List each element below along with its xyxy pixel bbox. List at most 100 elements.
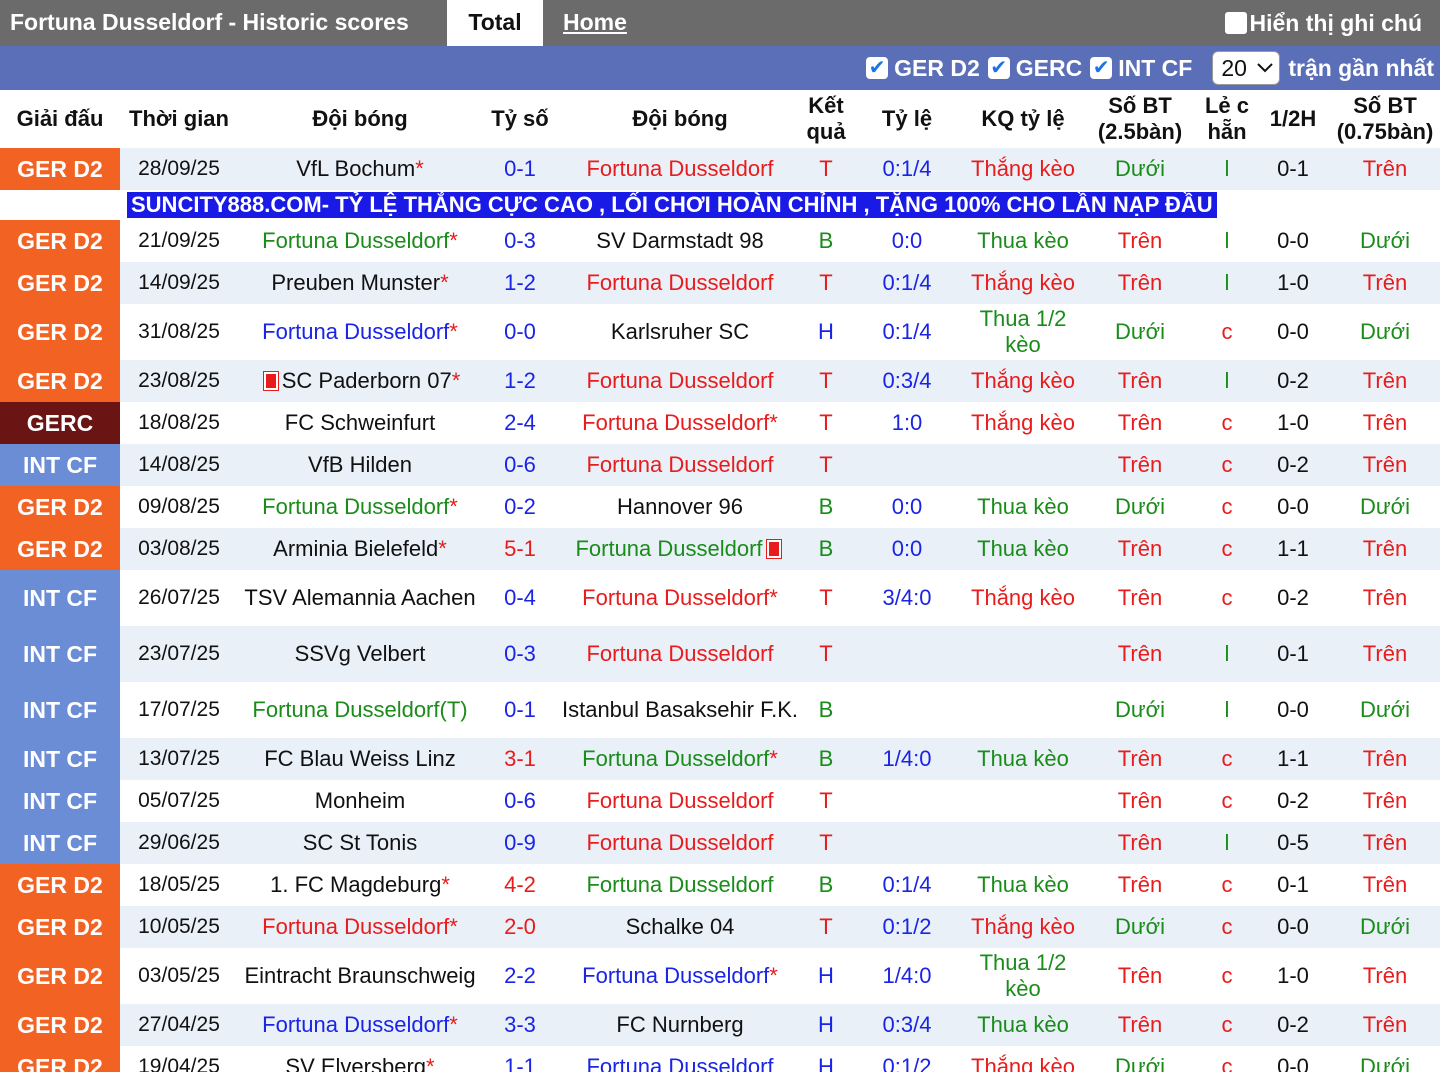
table-row[interactable]: INT CF 23/07/25 SSVg Velbert 0-3 Fortuna Dus… xyxy=(0,626,1440,682)
home-team[interactable]: Fortuna Dusseldorf* xyxy=(238,319,482,345)
table-row[interactable]: GER D2 03/08/25 Arminia Bielefeld* 5-1 Fortu… xyxy=(0,528,1440,570)
score-cell[interactable]: 0-2 xyxy=(482,486,558,528)
tab-total[interactable]: Total xyxy=(447,0,543,46)
away-team[interactable]: Fortuna Dusseldorf xyxy=(586,452,773,477)
away-team[interactable]: Karlsruher SC xyxy=(558,319,802,345)
checkbox-icon[interactable]: ✔ xyxy=(987,57,1010,79)
table-row[interactable]: GER D2 10/05/25 Fortuna Dusseldorf* 2-0 Scha… xyxy=(0,906,1440,948)
show-note-toggle[interactable]: Hiển thị ghi chú xyxy=(1224,0,1422,46)
away-team[interactable]: Fortuna Dusseldorf xyxy=(586,830,773,855)
home-team[interactable]: SV Elversberg* xyxy=(285,1054,434,1072)
home-team[interactable]: Monheim xyxy=(315,788,405,813)
score-cell[interactable]: 1-2 xyxy=(482,360,558,402)
score-cell[interactable]: 5-1 xyxy=(482,528,558,570)
ad-banner[interactable]: SUNCITY888.COM- TỶ LỆ THẮNG CỰC CAO , LỐ… xyxy=(127,192,1217,218)
table-row[interactable]: GER D2 28/09/25 VfL Bochum* 0-1 Fortuna Duss… xyxy=(0,148,1440,190)
home-team[interactable]: VfB Hilden xyxy=(308,452,412,477)
table-row[interactable]: INT CF 26/07/25 TSV Alemannia Aachen 0-4 For… xyxy=(0,570,1440,626)
checkbox-icon[interactable]: ✔ xyxy=(866,57,889,79)
home-team[interactable]: FC Blau Weiss Linz xyxy=(264,746,456,771)
home-team[interactable]: SSVg Velbert xyxy=(238,641,482,667)
home-team[interactable]: FC Schweinfurt xyxy=(285,410,435,435)
filter-gerc[interactable]: ✔ GERC xyxy=(987,55,1082,82)
score-cell[interactable]: 2-0 xyxy=(482,906,558,948)
home-team[interactable]: VfL Bochum* xyxy=(296,156,424,181)
ad-banner-cell: SUNCITY888.COM- TỶ LỆ THẮNG CỰC CAO , LỐ… xyxy=(0,190,1440,220)
home-team[interactable]: SC St Tonis xyxy=(303,830,418,855)
away-team[interactable]: Istanbul Basaksehir F.K. xyxy=(558,697,802,723)
table-row[interactable]: INT CF 14/08/25 VfB Hilden 0-6 Fortuna Dusse… xyxy=(0,444,1440,486)
table-row[interactable]: GER D2 27/04/25 Fortuna Dusseldorf* 3-3 FC N… xyxy=(0,1004,1440,1046)
table-row[interactable]: GER D2 03/05/25 Eintracht Braunschweig 2-2 F… xyxy=(0,948,1440,1004)
score-cell[interactable]: 0-1 xyxy=(482,682,558,738)
home-team-name: Fortuna Dusseldorf xyxy=(262,914,450,939)
away-team[interactable]: Fortuna Dusseldorf* xyxy=(558,585,802,611)
home-team[interactable]: SC Paderborn 07* xyxy=(260,368,460,393)
home-team[interactable]: Preuben Munster* xyxy=(271,270,448,295)
home-team[interactable]: 1. FC Magdeburg* xyxy=(270,872,450,897)
table-row[interactable]: GER D2 21/09/25 Fortuna Dusseldorf* 0-3 SV D… xyxy=(0,220,1440,262)
filter-ger-d2[interactable]: ✔ GER D2 xyxy=(866,55,980,82)
home-team[interactable]: Fortuna Dusseldorf(T) xyxy=(238,697,482,723)
away-team[interactable]: Fortuna Dusseldorf xyxy=(586,1054,773,1072)
home-team-mark: * xyxy=(440,270,449,295)
score-cell[interactable]: 3-3 xyxy=(482,1004,558,1046)
away-team[interactable]: Fortuna Dusseldorf xyxy=(586,872,773,897)
table-row[interactable]: GER D2 18/05/25 1. FC Magdeburg* 4-2 Fortuna… xyxy=(0,864,1440,906)
table-row[interactable]: GER D2 19/04/25 SV Elversberg* 1-1 Fortuna D… xyxy=(0,1046,1440,1072)
score-cell[interactable]: 0-0 xyxy=(482,304,558,360)
table-row[interactable]: INT CF 05/07/25 Monheim 0-6 Fortuna Dusseldo… xyxy=(0,780,1440,822)
table-row[interactable]: GER D2 09/08/25 Fortuna Dusseldorf* 0-2 Hann… xyxy=(0,486,1440,528)
home-team[interactable]: Fortuna Dusseldorf* xyxy=(262,1012,458,1037)
away-team[interactable]: Fortuna Dusseldorf xyxy=(586,270,773,295)
score-cell[interactable]: 2-2 xyxy=(482,948,558,1004)
away-team[interactable]: FC Nurnberg xyxy=(616,1012,743,1037)
table-row[interactable]: GER D2 23/08/25 SC Paderborn 07* 1-2 Fortuna… xyxy=(0,360,1440,402)
filter-int-cf[interactable]: ✔ INT CF xyxy=(1090,55,1192,82)
away-team[interactable]: Schalke 04 xyxy=(626,914,735,939)
table-row[interactable]: INT CF 13/07/25 FC Blau Weiss Linz 3-1 Fortu… xyxy=(0,738,1440,780)
score-cell[interactable]: 0-3 xyxy=(482,626,558,682)
away-team[interactable]: SV Darmstadt 98 xyxy=(596,228,764,253)
score-cell[interactable]: 0-6 xyxy=(482,780,558,822)
table-row[interactable]: INT CF 29/06/25 SC St Tonis 0-9 Fortuna Duss… xyxy=(0,822,1440,864)
home-team[interactable]: Fortuna Dusseldorf* xyxy=(262,228,458,253)
home-team[interactable]: Fortuna Dusseldorf* xyxy=(262,914,458,939)
score-cell[interactable]: 2-4 xyxy=(482,402,558,444)
away-team[interactable]: Fortuna Dusseldorf* xyxy=(558,963,802,989)
checkbox-icon[interactable]: ✔ xyxy=(1090,57,1113,79)
over-under-075-cell: Trên xyxy=(1330,360,1440,402)
away-team[interactable]: Fortuna Dusseldorf xyxy=(575,536,784,561)
score-cell[interactable]: 0-6 xyxy=(482,444,558,486)
score-cell[interactable]: 0-4 xyxy=(482,570,558,626)
result-cell: T xyxy=(802,262,850,304)
home-team[interactable]: TSV Alemannia Aachen xyxy=(238,585,482,611)
table-row[interactable]: GERC 18/08/25 FC Schweinfurt 2-4 Fortuna Dus… xyxy=(0,402,1440,444)
away-team[interactable]: Fortuna Dusseldorf* xyxy=(582,746,778,771)
table-row[interactable]: GER D2 31/08/25 Fortuna Dusseldorf* 0-0 Karl… xyxy=(0,304,1440,360)
score-cell[interactable]: 1-2 xyxy=(482,262,558,304)
match-count-select[interactable]: 20 xyxy=(1212,51,1281,85)
away-team[interactable]: Fortuna Dusseldorf xyxy=(558,641,802,667)
home-team[interactable]: Fortuna Dusseldorf* xyxy=(262,494,458,519)
away-team[interactable]: Fortuna Dusseldorf xyxy=(586,156,773,181)
away-team[interactable]: Fortuna Dusseldorf xyxy=(586,368,773,393)
table-row[interactable]: GER D2 14/09/25 Preuben Munster* 1-2 Fortuna… xyxy=(0,262,1440,304)
score-cell[interactable]: 0-3 xyxy=(482,220,558,262)
over-under-075-cell: Trên xyxy=(1330,528,1440,570)
table-row[interactable]: INT CF 17/07/25 Fortuna Dusseldorf(T) 0-1 Is… xyxy=(0,682,1440,738)
score-cell[interactable]: 0-1 xyxy=(482,148,558,190)
away-team[interactable]: Fortuna Dusseldorf* xyxy=(582,410,778,435)
score-cell[interactable]: 1-1 xyxy=(482,1046,558,1072)
away-team[interactable]: Hannover 96 xyxy=(617,494,743,519)
score-cell[interactable]: 4-2 xyxy=(482,864,558,906)
tab-home[interactable]: Home xyxy=(563,0,627,46)
away-team[interactable]: Fortuna Dusseldorf xyxy=(586,788,773,813)
score-cell[interactable]: 0-9 xyxy=(482,822,558,864)
home-team[interactable]: Arminia Bielefeld* xyxy=(273,536,447,561)
home-team[interactable]: Eintracht Braunschweig xyxy=(238,963,482,989)
over-under-075-cell: Dưới xyxy=(1330,682,1440,738)
score-cell[interactable]: 3-1 xyxy=(482,738,558,780)
home-team-name: Arminia Bielefeld xyxy=(273,536,439,561)
show-note-checkbox[interactable] xyxy=(1224,12,1247,34)
